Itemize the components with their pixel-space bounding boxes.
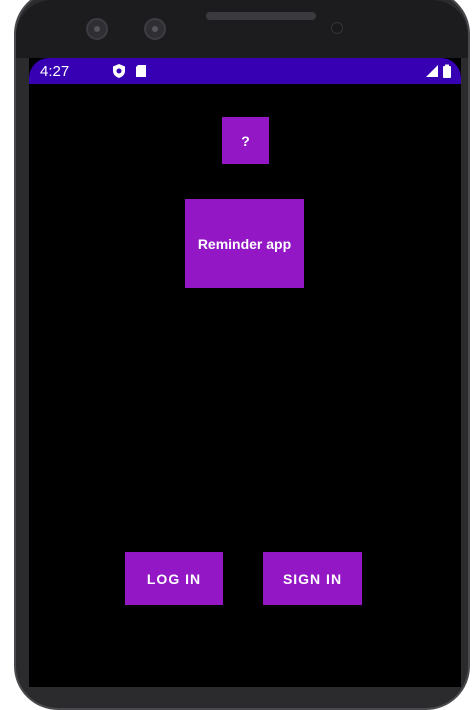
phone-top-bezel [16, 0, 468, 58]
status-bar: 4:27 [29, 58, 461, 84]
signal-icon [426, 65, 438, 77]
sd-card-icon [136, 65, 146, 77]
status-time: 4:27 [40, 63, 70, 80]
battery-icon [443, 64, 451, 78]
device-screen: 4:27 ? Reminder app LOG IN SIGN IN [29, 58, 461, 687]
help-button[interactable]: ? [222, 117, 269, 164]
sign-in-button[interactable]: SIGN IN [263, 552, 362, 605]
app-title-box: Reminder app [185, 199, 304, 288]
camera-icon [144, 18, 166, 40]
camera-icon [86, 18, 108, 40]
shield-icon [113, 64, 125, 78]
earpiece-speaker [206, 12, 316, 20]
proximity-sensor [331, 22, 343, 34]
log-in-button[interactable]: LOG IN [125, 552, 223, 605]
